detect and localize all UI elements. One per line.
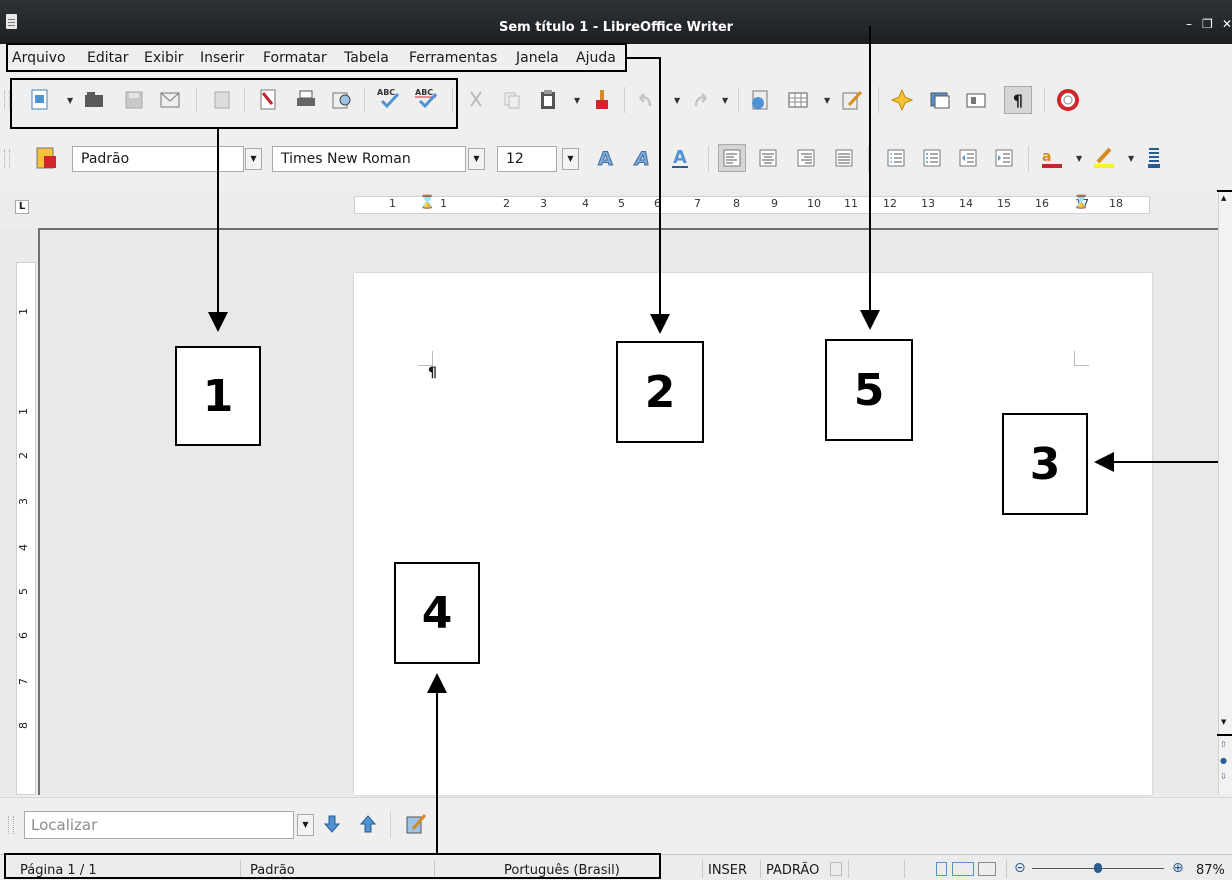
annotation-label-3: 3 (1002, 413, 1088, 515)
annotation-label-2: 2 (616, 341, 704, 443)
annotation-label-4: 4 (394, 562, 480, 664)
annotation-label-1: 1 (175, 346, 261, 446)
arrow-2 (627, 57, 670, 334)
annotation-label-5: 5 (825, 339, 913, 441)
